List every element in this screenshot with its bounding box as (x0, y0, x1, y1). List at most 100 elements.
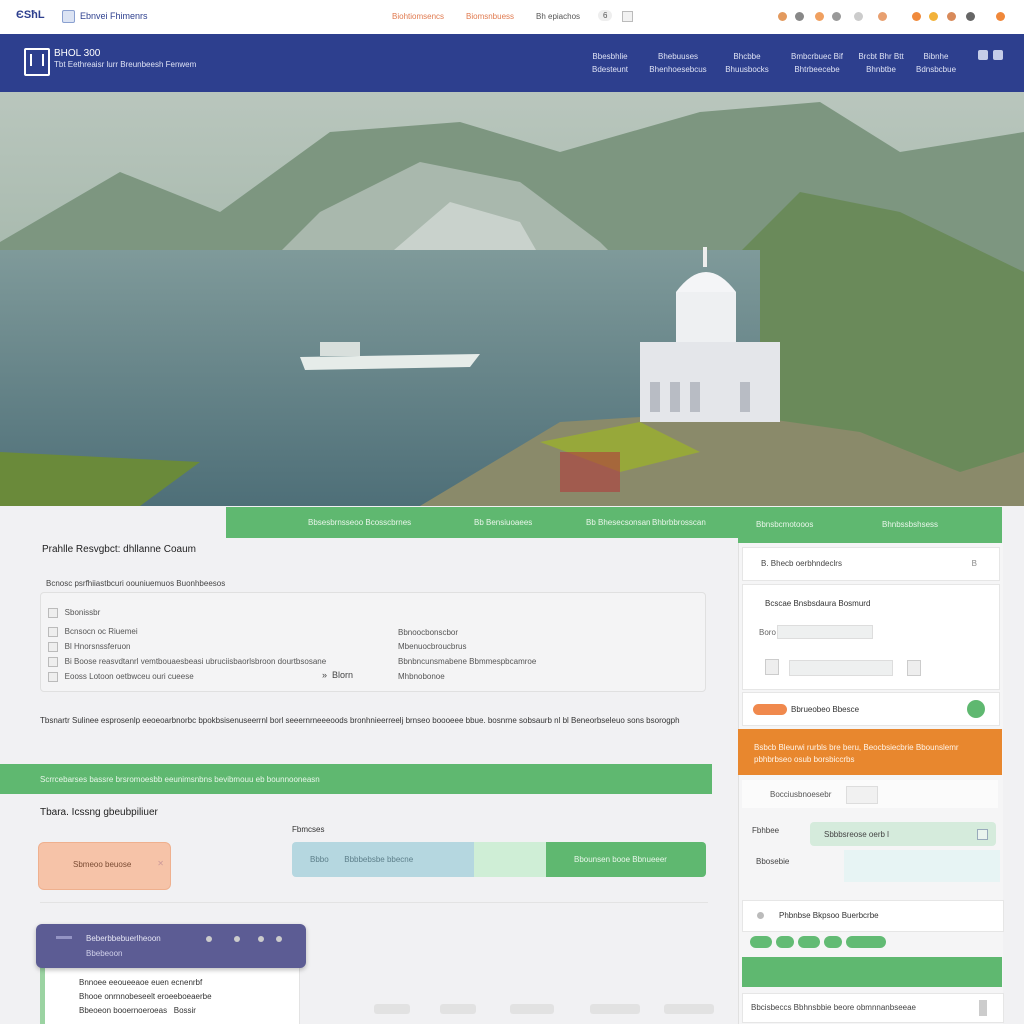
pagination-bar-5[interactable] (664, 1004, 714, 1014)
site-logo[interactable]: ЄЅħL (16, 9, 45, 21)
toggle-switch[interactable] (753, 704, 787, 715)
sidebar-green-button[interactable] (742, 957, 1002, 987)
sidebar-input-2[interactable] (789, 660, 893, 676)
peach-button[interactable]: Sbmeoo beuose ✕ (38, 842, 171, 890)
subtle-button[interactable]: Bocciusbnoesebr (770, 790, 831, 799)
pagination-bar-3[interactable] (510, 1004, 554, 1014)
header-grid-icon[interactable] (993, 50, 1003, 60)
tab-2[interactable]: Bb Bensiuoaees (474, 518, 532, 527)
green-banner-text: Scrrcebarses bassre brsromoesbb eeunimsn… (40, 775, 320, 784)
nav-item-1[interactable]: Bbesbhlie Bdesteunt (582, 50, 638, 76)
radio-icon[interactable] (757, 912, 764, 919)
nav-item-5[interactable]: Brcbt Bhr Btt Bhnbtbe (856, 50, 906, 76)
close-icon[interactable]: ✕ (157, 859, 164, 868)
sidebar-card: Bcscae Bnsbsdaura Bosmurd Boro (742, 584, 1000, 690)
nav-item-3[interactable]: Bhcbbe Bhuusbocks (720, 50, 774, 76)
mail-icon[interactable] (947, 12, 956, 21)
cart-icon[interactable] (878, 12, 887, 21)
square-icon[interactable] (622, 11, 633, 22)
subtle-button-box[interactable] (846, 786, 878, 804)
list-row-4: Bi Boose reasvdtanrl vemtbouaesbeasi ubr… (48, 657, 326, 667)
pagination-bar-2[interactable] (440, 1004, 476, 1014)
checkbox[interactable] (48, 627, 58, 637)
orange-notice: Bsbcb Bleurwi rurbls bre beru, Beocbsiec… (738, 729, 1002, 775)
pagination-bar-4[interactable] (590, 1004, 640, 1014)
field2-label: Bbosebie (756, 857, 790, 866)
field1-input[interactable]: Sbbbsreose oerb l (810, 822, 996, 846)
nav-item-6[interactable]: Bibnhe Bdnsbcbue (914, 50, 958, 76)
alert-icon[interactable] (912, 12, 921, 21)
sidebar-bottom-row[interactable]: Bbcisbeccs Bbhnsbbie beore obmnnanbseeae (742, 993, 1004, 1023)
green-banner: Scrrcebarses bassre brsromoesbb eeunimsn… (0, 764, 712, 794)
brand-tagline: Tbt Eethreaisr lurr Breunbeesh Fenwem (54, 60, 197, 69)
popup-header: Beberbbebuerlheoon Bbebeoon (36, 924, 306, 968)
checkbox[interactable] (48, 657, 58, 667)
popup-body: Bnnoee eeoueeaoe euen ecnenrbf Bhooe onr… (40, 964, 300, 1024)
content-tab-strip: Bbsesbrnsseoo Bcosscbrnes Bb Bensiuoaees… (226, 507, 738, 538)
attach-icon[interactable] (907, 660, 921, 676)
checkbox[interactable] (48, 608, 58, 618)
notification-icon[interactable] (778, 12, 787, 21)
menu-icon[interactable] (996, 12, 1005, 21)
field2-input[interactable] (844, 850, 1000, 882)
building-logo-icon[interactable] (24, 48, 50, 76)
sidebar-row-1[interactable]: B. Bhecb oerbhndeclrs B (742, 547, 1000, 581)
section-title: Prahlle Resvgbct: dhllanne Coaum (42, 544, 196, 555)
sidebar-row-3[interactable]: Phbnbse Bkpsoo Buerbcrbe (742, 900, 1004, 932)
settings-icon[interactable] (832, 12, 841, 21)
scroll-handle[interactable] (979, 1000, 987, 1016)
tab-1[interactable]: Bbsesbrnsseoo Bcosscbrnes (308, 518, 411, 527)
profile-icon[interactable] (966, 12, 975, 21)
copy-icon[interactable] (977, 829, 988, 840)
sidebar-card-title: Bcscae Bnsbsdaura Bosmurd (765, 599, 871, 608)
sidebar-input-1[interactable] (777, 625, 873, 639)
dot-icon[interactable] (234, 936, 240, 942)
star-icon[interactable] (815, 12, 824, 21)
description-paragraph: Tbsnartr Sulinee esprosenlp eeoeoarbnorb… (40, 716, 680, 725)
checkbox[interactable] (48, 672, 58, 682)
header-search-icon[interactable] (978, 50, 988, 60)
section2-title: Tbara. Icssng gbeubpiliuer (40, 807, 158, 818)
bell-icon[interactable] (929, 12, 938, 21)
divider (40, 902, 708, 903)
orange-notice-text: Bsbcb Bleurwi rurbls bre beru, Beocbsiec… (754, 743, 959, 764)
pill-4[interactable] (824, 936, 842, 948)
drag-handle-icon[interactable] (56, 936, 72, 939)
segment-green[interactable]: Bbounsen booe Bbnueeer (546, 842, 706, 877)
pill-group (750, 936, 886, 949)
dot-icon[interactable] (276, 936, 282, 942)
right-tab-2[interactable]: Bhnbssbshsess (882, 520, 938, 529)
list-right-2: Mbenuocbroucbrus (398, 642, 467, 651)
user-icon[interactable] (795, 12, 804, 21)
popup-line-2: Bhooe onrnnobeseelt eroeeboeaerbe (79, 992, 212, 1001)
pill-3[interactable] (798, 936, 820, 948)
site-title[interactable]: Ebnvei Fhimenrs (80, 11, 148, 21)
nav-item-4[interactable]: Bmbcrbuec Bif Bhtrbeecebe (786, 50, 848, 76)
top-link-1[interactable]: Biohtiomsencs (392, 12, 444, 21)
popup-header-title: Beberbbebuerlheoon (86, 934, 161, 943)
tab-4[interactable]: Bhbrbbrosscan (652, 518, 706, 527)
popup-line-1: Bnnoee eeoueeaoe euen ecnenrbf (79, 978, 203, 987)
home-icon[interactable] (62, 10, 75, 23)
nav-item-2[interactable]: Bhebuuses Bhenhoesebcus (648, 50, 708, 76)
pill-5[interactable] (846, 936, 886, 948)
segment-light-green[interactable] (474, 842, 546, 877)
pill-2[interactable] (776, 936, 794, 948)
list-row-5: Eooss Lotoon oetbwceu ouri cueese (48, 672, 194, 682)
segment-blue[interactable]: Bbbo Bbbbebsbe bbecne (292, 842, 474, 877)
popup-header-subtitle: Bbebeoon (86, 949, 123, 958)
check-circle-icon[interactable] (967, 700, 985, 718)
top-link-2[interactable]: Biomsnbuess (466, 12, 514, 21)
pill-1[interactable] (750, 936, 772, 948)
pagination-bar-1[interactable] (374, 1004, 410, 1014)
checkbox[interactable] (48, 642, 58, 652)
search-icon[interactable] (854, 12, 863, 21)
list-right-1: Bbnoocbonscbor (398, 628, 459, 637)
top-link-3[interactable]: Bh epiachos (536, 12, 580, 21)
right-tab-1[interactable]: Bbnsbcmotooos (756, 520, 813, 529)
dot-icon[interactable] (258, 936, 264, 942)
dot-icon[interactable] (206, 936, 212, 942)
tab-3[interactable]: Bb Bhesecsonsan (586, 518, 651, 527)
top-toggle[interactable]: 6 (598, 10, 613, 21)
list-row-3: Bl Hnorsnssferuon (48, 642, 130, 652)
